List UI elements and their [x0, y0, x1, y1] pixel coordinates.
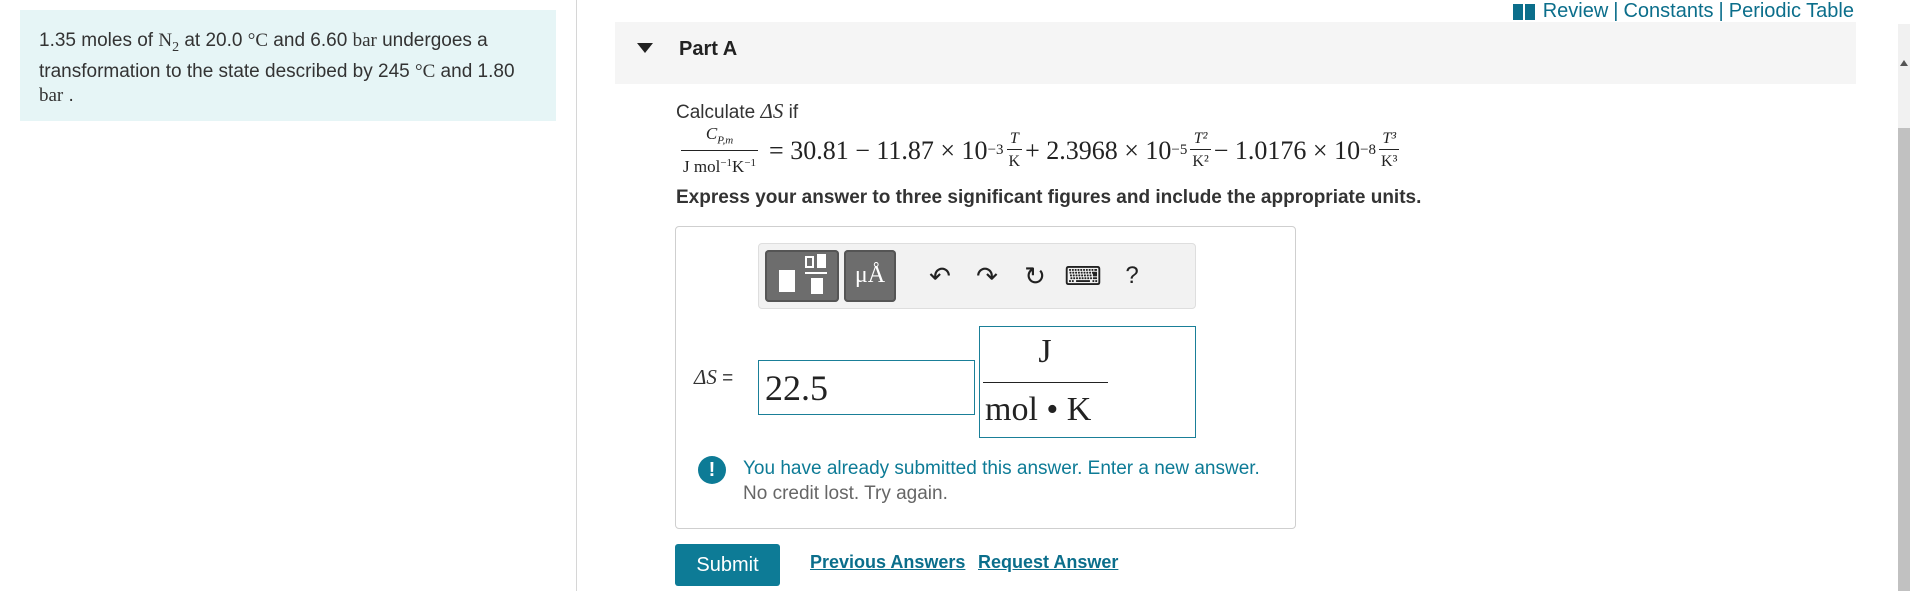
- cp-fraction: CP,m J mol−1K−1: [681, 123, 759, 177]
- heat-capacity-equation: CP,m J mol−1K−1 = 30.81 − 11.87 × 10 −3 T…: [681, 123, 1400, 177]
- submit-button[interactable]: Submit: [675, 544, 780, 586]
- temp-unit: °C: [415, 60, 436, 82]
- collapse-caret-icon[interactable]: [637, 43, 653, 53]
- keyboard-button[interactable]: ⌨: [1064, 258, 1102, 294]
- problem-statement: 1.35 moles of N2 at 20.0 °C and 6.60 bar…: [20, 10, 556, 121]
- pressure-unit: bar: [39, 84, 64, 106]
- problem-text: and 6.60: [268, 30, 353, 51]
- keyboard-icon: ⌨: [1064, 260, 1102, 291]
- equation-term: + 2.3968 × 10: [1025, 135, 1172, 165]
- scrollbar-thumb[interactable]: [1898, 128, 1910, 591]
- equation-term: − 1.0176 × 10: [1213, 135, 1361, 165]
- alert-icon: !: [698, 456, 726, 484]
- problem-text: and 1.80: [435, 60, 515, 82]
- undo-icon: ↶: [929, 260, 951, 291]
- part-a-header[interactable]: Part A: [615, 22, 1856, 84]
- request-answer-link[interactable]: Request Answer: [978, 552, 1118, 573]
- redo-button[interactable]: ↷: [969, 258, 1005, 294]
- problem-text: 1.35 moles of: [39, 30, 159, 51]
- undo-button[interactable]: ↶: [922, 258, 958, 294]
- units-denominator: mol • K: [985, 391, 1092, 428]
- problem-text: .: [63, 84, 74, 106]
- temp-unit: °C: [247, 30, 269, 51]
- answer-units-input[interactable]: J mol • K: [979, 326, 1196, 438]
- part-title: Part A: [679, 38, 738, 60]
- t-over-k-fraction: TK: [1006, 130, 1023, 170]
- species-formula: N2: [158, 30, 180, 55]
- units-fraction-bar: [983, 382, 1108, 383]
- answer-area: μÅ ↶ ↷ ↻ ⌨ ? ΔS = J mol • K ! You have a…: [675, 226, 1296, 529]
- feedback-sub: No credit lost. Try again.: [743, 483, 948, 504]
- problem-text: at 20.0: [179, 30, 248, 51]
- math-toolbar: μÅ ↶ ↷ ↻ ⌨ ?: [758, 243, 1196, 309]
- previous-answers-link[interactable]: Previous Answers: [810, 552, 965, 573]
- link-separator: |: [1718, 0, 1724, 22]
- t2-over-k2-fraction: T² K²: [1190, 130, 1211, 170]
- redo-icon: ↷: [976, 260, 998, 291]
- templates-button[interactable]: [765, 250, 839, 302]
- panel-divider: [576, 0, 577, 591]
- reset-button[interactable]: ↻: [1017, 258, 1053, 294]
- units-numerator: J: [1038, 333, 1052, 370]
- periodic-table-link[interactable]: Periodic Table: [1729, 0, 1854, 23]
- units-button[interactable]: μÅ: [844, 250, 896, 302]
- scrollbar[interactable]: [1898, 24, 1910, 591]
- reset-icon: ↻: [1024, 260, 1046, 291]
- equation-term: = 30.81 − 11.87 × 10: [769, 135, 988, 165]
- feedback-main: You have already submitted this answer. …: [743, 458, 1260, 479]
- book-icon: [1512, 3, 1535, 20]
- units-icon: μÅ: [854, 262, 886, 288]
- constants-link[interactable]: Constants: [1623, 0, 1713, 23]
- link-separator: |: [1613, 0, 1619, 22]
- answer-label: ΔS =: [694, 365, 734, 389]
- resource-links: Review | Constants | Periodic Table: [1512, 0, 1854, 23]
- pressure-unit: bar: [352, 30, 377, 51]
- question-intro: Calculate ΔS if: [676, 99, 799, 123]
- feedback-message: You have already submitted this answer. …: [743, 456, 1260, 506]
- t3-over-k3-fraction: T³ K³: [1379, 130, 1400, 170]
- help-button[interactable]: ?: [1114, 258, 1150, 294]
- scroll-up-icon[interactable]: [1900, 60, 1908, 66]
- answer-value-input[interactable]: [758, 360, 975, 415]
- review-link[interactable]: Review: [1543, 0, 1609, 23]
- answer-instructions: Express your answer to three significant…: [676, 187, 1422, 208]
- help-icon: ?: [1125, 262, 1139, 289]
- delta-s-symbol: ΔS: [760, 99, 784, 123]
